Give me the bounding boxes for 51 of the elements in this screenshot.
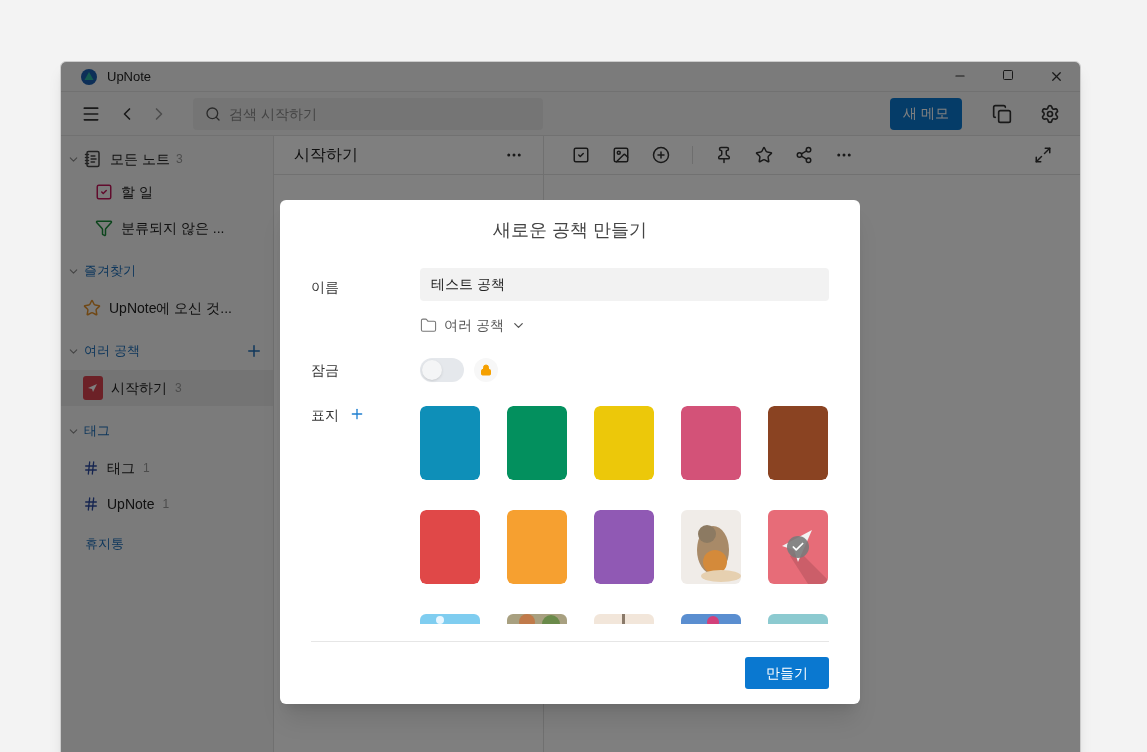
cover-swatch[interactable] bbox=[507, 510, 567, 584]
field-label: 이름 bbox=[311, 279, 339, 295]
lock-icon bbox=[474, 358, 498, 382]
field-label: 잠금 bbox=[311, 362, 339, 378]
copy-icon[interactable] bbox=[992, 103, 1012, 124]
cover-swatch[interactable] bbox=[420, 510, 480, 584]
cover-swatch[interactable] bbox=[768, 510, 828, 584]
image-icon[interactable] bbox=[612, 146, 630, 164]
cover-swatch[interactable] bbox=[768, 406, 828, 480]
cover-swatch[interactable] bbox=[420, 406, 480, 480]
checkbox-icon bbox=[95, 183, 113, 201]
section-header[interactable]: 태그 bbox=[84, 421, 110, 441]
settings-icon[interactable] bbox=[1040, 103, 1060, 124]
sidebar-item[interactable]: UpNote에 오신 것... bbox=[61, 290, 273, 326]
notebook-icon bbox=[83, 376, 103, 400]
search-icon bbox=[205, 105, 221, 122]
add-icon[interactable] bbox=[245, 342, 263, 360]
maximize-icon[interactable] bbox=[1002, 69, 1014, 81]
section-header[interactable]: 즐겨찾기 bbox=[84, 261, 136, 281]
cover-swatch[interactable] bbox=[507, 406, 567, 480]
checklist-icon[interactable] bbox=[572, 146, 590, 164]
add-icon[interactable] bbox=[349, 406, 365, 422]
folder-icon bbox=[420, 317, 437, 334]
pin-icon[interactable] bbox=[715, 146, 733, 164]
star-icon bbox=[83, 299, 101, 317]
cover-swatch[interactable] bbox=[594, 406, 654, 480]
notebook-title: 시작하기 bbox=[294, 145, 358, 165]
expand-icon[interactable] bbox=[1034, 146, 1052, 164]
window-title: UpNote bbox=[107, 67, 152, 86]
folder-dropdown[interactable]: 여러 공책 bbox=[420, 315, 526, 336]
star-icon[interactable] bbox=[755, 146, 773, 164]
add-icon[interactable] bbox=[652, 146, 670, 164]
new-note-button[interactable]: 새 메모 bbox=[890, 97, 962, 130]
sidebar-item[interactable]: 분류되지 않은 ... bbox=[61, 210, 273, 246]
lock-toggle[interactable] bbox=[420, 358, 464, 382]
create-button[interactable]: 만들기 bbox=[745, 657, 829, 689]
hash-icon bbox=[83, 460, 99, 476]
name-field[interactable]: 테스트 공책 bbox=[420, 268, 829, 301]
section-header[interactable]: 모든 노트 bbox=[110, 148, 170, 170]
dialog-title: 새로운 공책 만들기 bbox=[493, 218, 647, 242]
section-header[interactable]: 여러 공책 bbox=[84, 341, 140, 361]
trash-link[interactable]: 휴지통 bbox=[85, 534, 124, 554]
notes-icon bbox=[84, 150, 102, 168]
share-icon[interactable] bbox=[795, 146, 813, 164]
cover-swatch[interactable] bbox=[594, 510, 654, 584]
field-label: 표지 bbox=[311, 406, 339, 425]
cover-swatch[interactable] bbox=[681, 406, 741, 480]
sidebar-item[interactable]: 할 일 bbox=[61, 174, 273, 210]
filter-icon bbox=[95, 219, 113, 237]
hash-icon bbox=[83, 496, 99, 512]
app-logo-icon bbox=[81, 68, 97, 85]
